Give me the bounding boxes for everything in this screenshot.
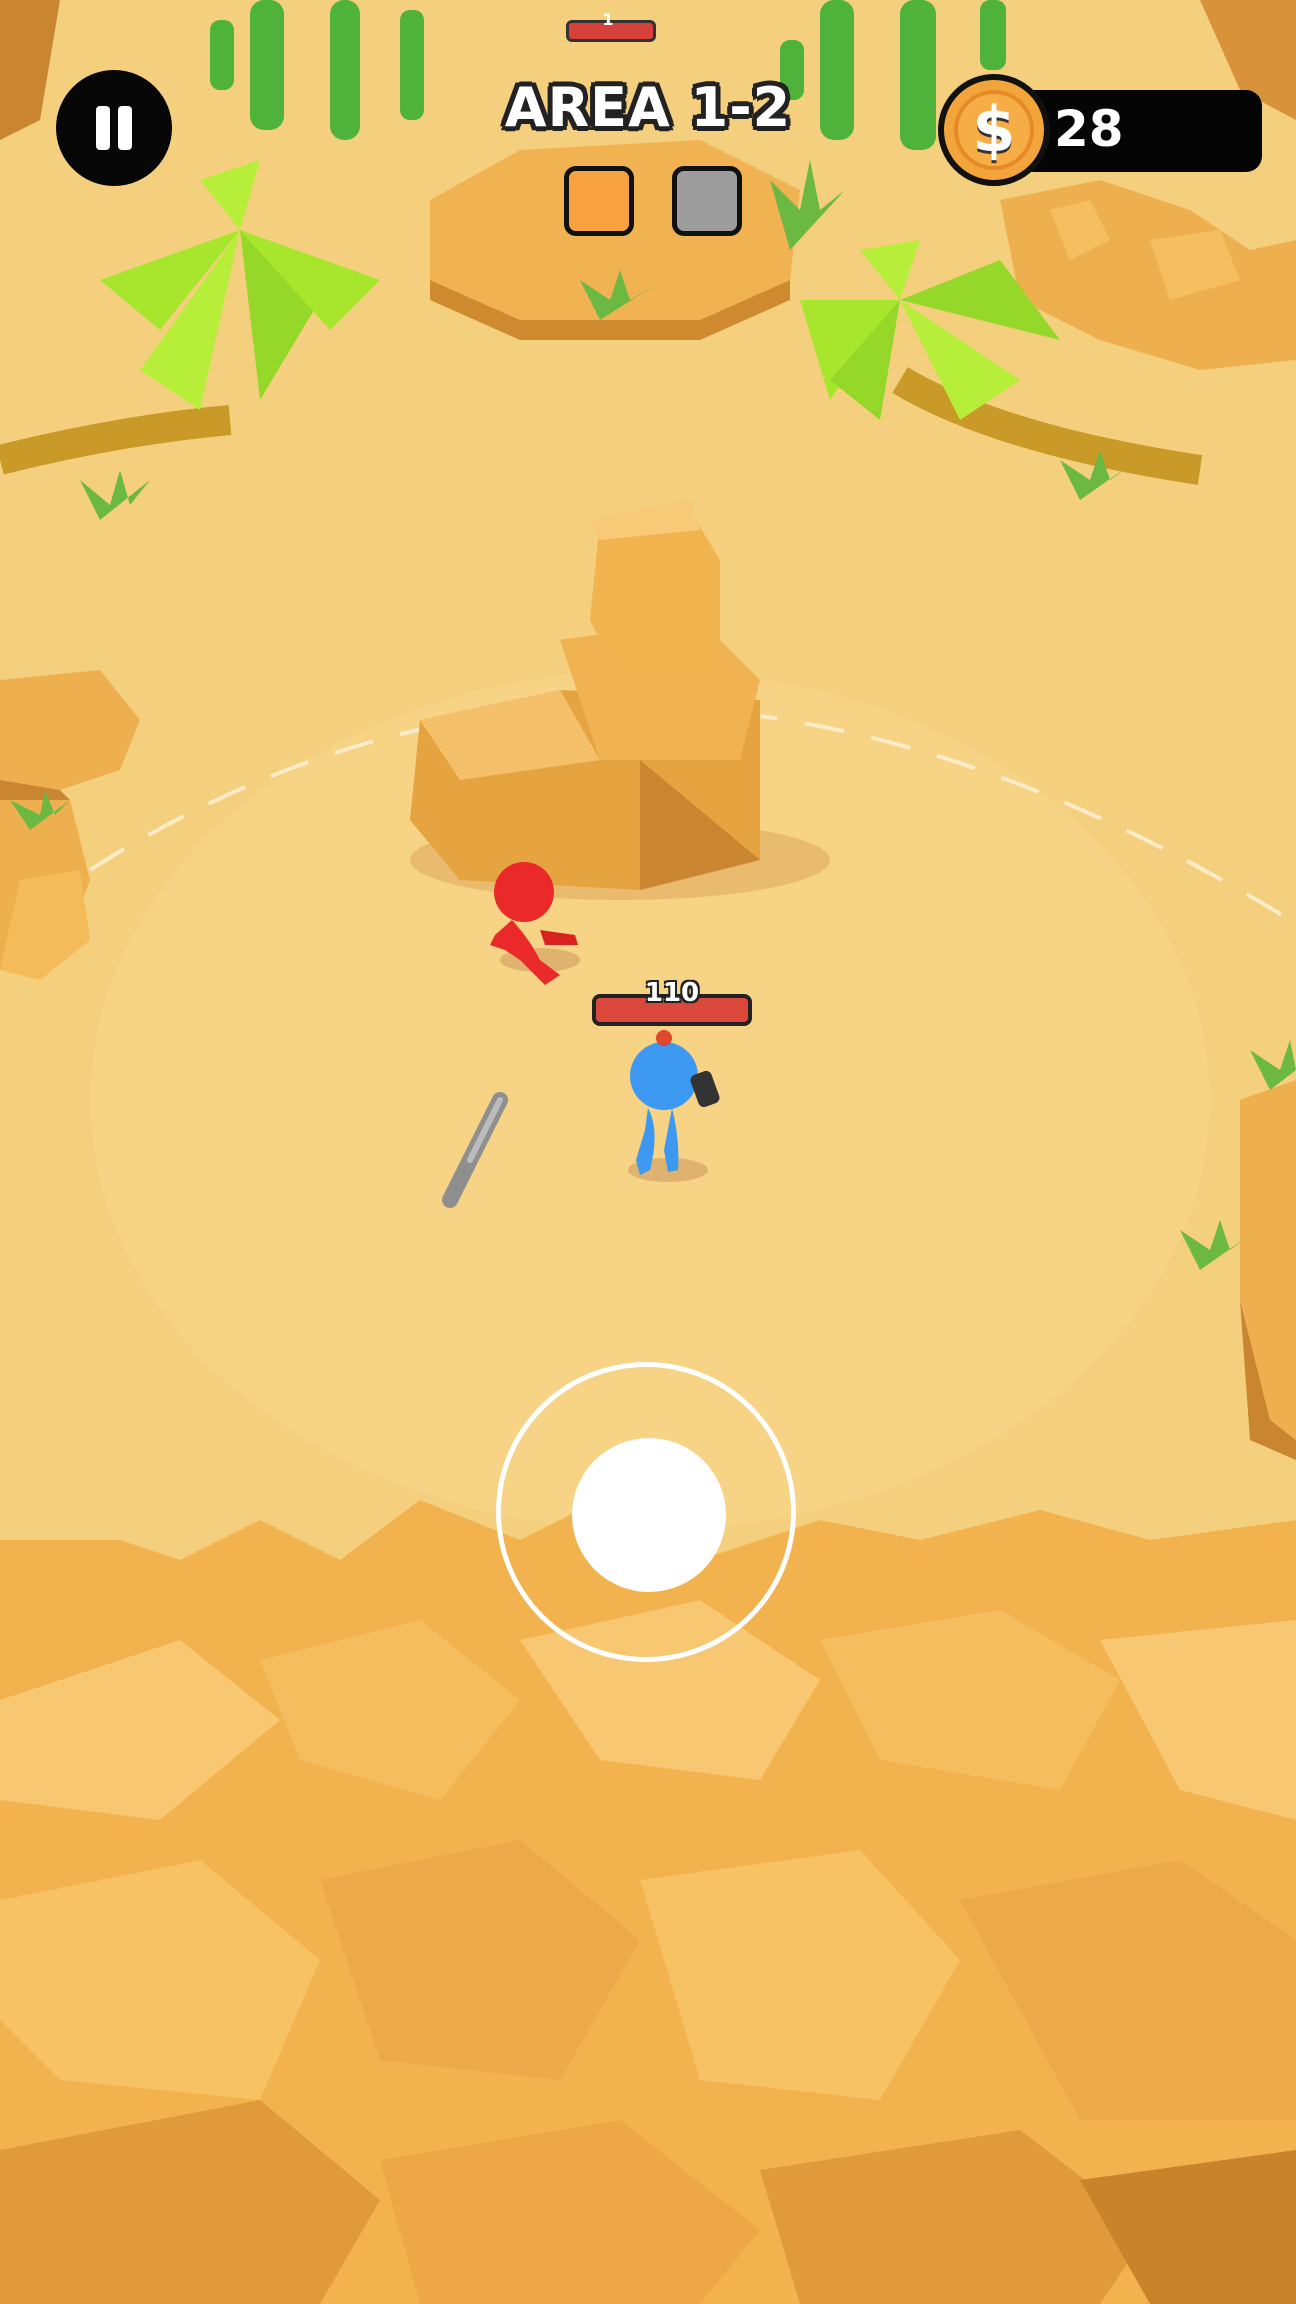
stage-indicator-current — [564, 166, 634, 236]
stage-indicator-locked — [672, 166, 742, 236]
dollar-coin-icon: $ — [938, 74, 1050, 186]
right-edge-rocks — [1240, 1080, 1296, 1460]
coin-symbol: $ — [954, 90, 1034, 170]
game-scene — [0, 0, 1296, 2304]
coin-count: 28 — [1054, 100, 1124, 158]
joystick-knob[interactable] — [572, 1438, 726, 1592]
top-indicator-number: 1 — [602, 10, 614, 29]
player-health-value: 110 — [644, 978, 700, 1008]
